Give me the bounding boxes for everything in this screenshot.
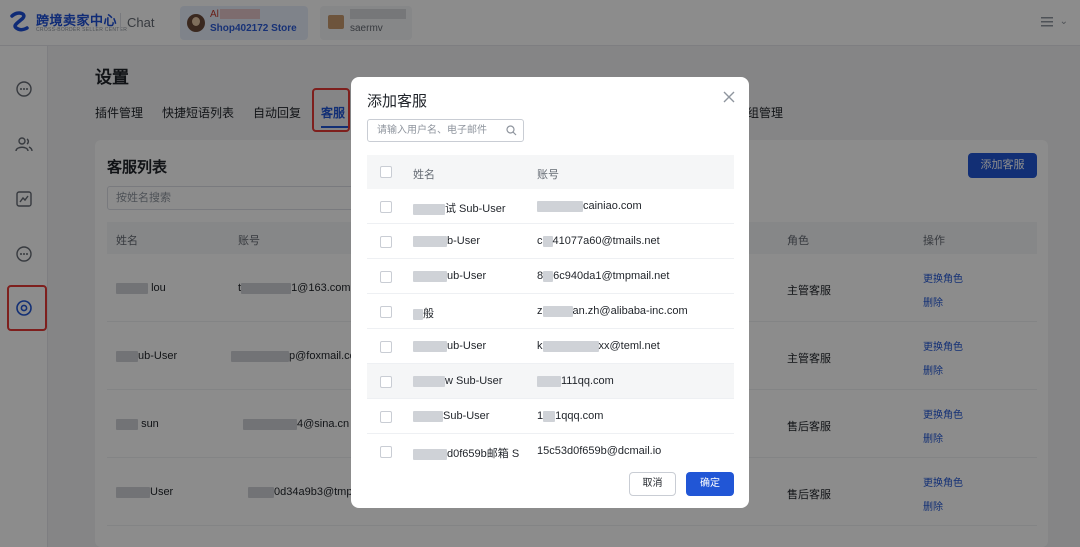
user-name: 般 (413, 305, 434, 321)
user-name: 试 Sub-User (413, 200, 506, 216)
user-account: k xx@teml.net (537, 340, 660, 352)
add-service-dialog: 添加客服 请输入用户名、电子邮件 姓名 账号 试 Sub-User cainia… (351, 77, 749, 508)
row-checkbox[interactable] (380, 411, 392, 423)
column-header: 姓名 (413, 169, 435, 181)
list-item[interactable]: ub-User 8 6c940da1@tmpmail.net (367, 259, 734, 294)
list-item[interactable]: 般 z an.zh@alibaba-inc.com (367, 294, 734, 329)
user-name: w Sub-User (413, 375, 502, 387)
user-account: 111qq.com (537, 375, 614, 387)
list-item[interactable]: ub-User k xx@teml.net (367, 329, 734, 364)
dialog-title: 添加客服 (367, 93, 428, 110)
list-item[interactable]: Sub-User 1 1qqq.com (367, 399, 734, 434)
row-checkbox[interactable] (380, 446, 392, 458)
row-checkbox[interactable] (380, 271, 392, 283)
row-checkbox[interactable] (380, 341, 392, 353)
dialog-user-list[interactable]: 试 Sub-User cainiao.com b-User c 41077a60@… (367, 189, 734, 461)
user-name: ub-User (413, 270, 486, 282)
dialog-table-header: 姓名 账号 (367, 155, 734, 189)
row-checkbox[interactable] (380, 306, 392, 318)
user-name: d0f659b邮箱 S (413, 445, 519, 461)
user-account: c 41077a60@tmails.net (537, 235, 660, 247)
search-icon (506, 125, 517, 136)
select-all-checkbox[interactable] (380, 166, 392, 178)
row-checkbox[interactable] (380, 201, 392, 213)
search-placeholder: 请输入用户名、电子邮件 (377, 125, 487, 136)
user-account: cainiao.com (537, 200, 642, 212)
column-header: 账号 (537, 169, 559, 181)
user-account: 1 1qqq.com (537, 410, 604, 422)
list-item[interactable]: d0f659b邮箱 S 15c53d0f659b@dcmail.io (367, 434, 734, 461)
list-item[interactable]: 试 Sub-User cainiao.com (367, 189, 734, 224)
confirm-button[interactable]: 确定 (686, 472, 734, 496)
user-account: z an.zh@alibaba-inc.com (537, 305, 688, 317)
user-name: ub-User (413, 340, 486, 352)
user-name: Sub-User (413, 410, 489, 422)
user-account: 8 6c940da1@tmpmail.net (537, 270, 670, 282)
user-account: 15c53d0f659b@dcmail.io (537, 445, 662, 457)
cancel-button[interactable]: 取消 (629, 472, 676, 496)
close-icon[interactable] (723, 91, 735, 103)
list-item[interactable]: b-User c 41077a60@tmails.net (367, 224, 734, 259)
row-checkbox[interactable] (380, 376, 392, 388)
user-search-input[interactable]: 请输入用户名、电子邮件 (367, 119, 524, 142)
user-name: b-User (413, 235, 480, 247)
row-checkbox[interactable] (380, 236, 392, 248)
list-item[interactable]: w Sub-User 111qq.com (367, 364, 734, 399)
